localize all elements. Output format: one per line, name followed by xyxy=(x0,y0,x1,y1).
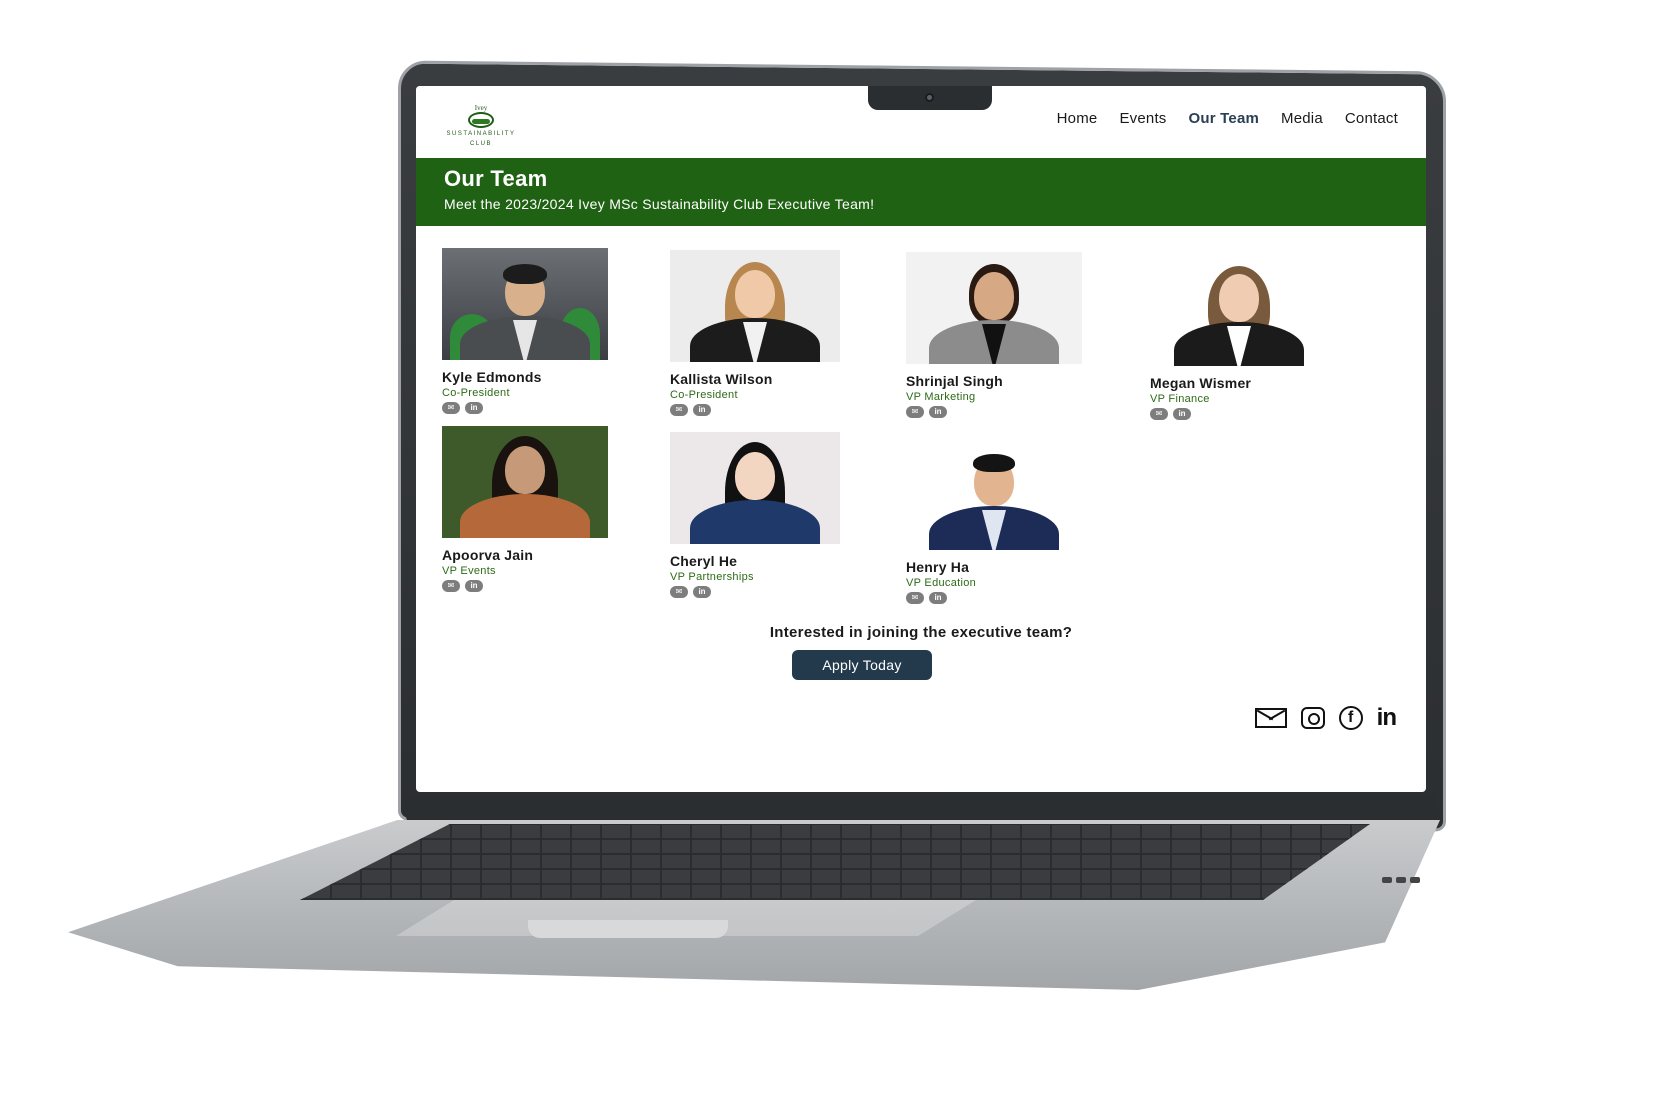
email-icon[interactable]: ✉ xyxy=(906,406,924,418)
team-member-card: Megan Wismer VP Finance ✉ in xyxy=(1150,254,1350,420)
member-socials: ✉ in xyxy=(1150,408,1350,420)
member-role: VP Education xyxy=(906,577,977,589)
member-photo xyxy=(906,438,1082,550)
member-socials: ✉ in xyxy=(906,406,1106,418)
member-role: Co-President xyxy=(442,387,510,399)
email-icon[interactable]: ✉ xyxy=(670,586,688,598)
member-role: VP Events xyxy=(442,565,496,577)
laptop-bezel xyxy=(406,794,1436,824)
member-role: VP Marketing xyxy=(906,391,976,403)
camera-notch xyxy=(868,86,992,110)
main-nav: Home Events Our Team Media Contact xyxy=(1057,110,1398,127)
laptop-opening-notch xyxy=(528,920,728,938)
nav-events[interactable]: Events xyxy=(1119,110,1166,127)
member-role: VP Finance xyxy=(1150,393,1210,405)
linkedin-icon[interactable]: in xyxy=(1377,704,1397,732)
member-role: VP Partnerships xyxy=(670,571,754,583)
linkedin-icon[interactable]: in xyxy=(929,592,947,604)
member-role: Co-President xyxy=(670,389,738,401)
email-icon[interactable]: ✉ xyxy=(442,402,460,414)
nav-home[interactable]: Home xyxy=(1057,110,1098,127)
team-grid: Kyle Edmonds Co-President ✉ in Kallista … xyxy=(416,226,1426,646)
team-member-card: Kyle Edmonds Co-President ✉ in xyxy=(442,248,642,414)
member-socials: ✉ in xyxy=(442,580,642,592)
member-name: Henry Ha xyxy=(906,559,970,575)
page-banner: Our Team Meet the 2023/2024 Ivey MSc Sus… xyxy=(416,158,1426,226)
member-photo xyxy=(442,248,608,360)
member-name: Shrinjal Singh xyxy=(906,373,1003,389)
logo-leaf-icon xyxy=(468,112,494,128)
member-socials: ✉ in xyxy=(670,586,870,598)
instagram-icon[interactable] xyxy=(1300,707,1325,729)
logo-line-2: CLUB xyxy=(469,141,492,147)
linkedin-icon[interactable]: in xyxy=(465,580,483,592)
email-icon[interactable]: ✉ xyxy=(1150,408,1168,420)
club-logo[interactable]: Ivey SUSTAINABILITY CLUB xyxy=(436,104,526,147)
member-photo xyxy=(906,252,1082,364)
member-name: Kyle Edmonds xyxy=(442,369,542,385)
member-name: Apoorva Jain xyxy=(442,547,534,563)
page-subtitle: Meet the 2023/2024 Ivey MSc Sustainabili… xyxy=(444,196,875,212)
logo-top-text: Ivey xyxy=(474,104,488,112)
member-socials: ✉ in xyxy=(670,404,870,416)
email-icon[interactable]: ✉ xyxy=(906,592,924,604)
facebook-icon[interactable]: f xyxy=(1338,706,1363,730)
nav-our-team[interactable]: Our Team xyxy=(1189,110,1260,127)
linkedin-icon[interactable]: in xyxy=(1173,408,1191,420)
nav-contact[interactable]: Contact xyxy=(1345,110,1398,127)
member-name: Megan Wismer xyxy=(1150,375,1252,391)
member-socials: ✉ in xyxy=(442,402,642,414)
apply-today-button[interactable]: Apply Today xyxy=(792,650,932,680)
camera-icon xyxy=(925,93,934,102)
linkedin-icon[interactable]: in xyxy=(693,586,711,598)
team-member-card: Kallista Wilson Co-President ✉ in xyxy=(670,250,870,416)
member-photo xyxy=(442,426,608,538)
page-title: Our Team xyxy=(444,166,548,191)
laptop-keyboard xyxy=(300,824,1370,900)
member-photo xyxy=(670,250,840,362)
laptop-ports xyxy=(1382,870,1438,890)
website-screen: Ivey SUSTAINABILITY CLUB Home Events Our… xyxy=(416,86,1426,792)
team-member-card: Henry Ha VP Education ✉ in xyxy=(906,438,1106,604)
logo-line-1: SUSTAINABILITY xyxy=(446,131,516,137)
linkedin-icon[interactable]: in xyxy=(693,404,711,416)
member-photo xyxy=(670,432,840,544)
footer-social-icons: f in xyxy=(1254,704,1397,732)
email-icon[interactable]: ✉ xyxy=(670,404,688,416)
member-name: Cheryl He xyxy=(670,553,738,569)
member-name: Kallista Wilson xyxy=(670,371,773,387)
team-member-card: Apoorva Jain VP Events ✉ in xyxy=(442,426,642,592)
join-question: Interested in joining the executive team… xyxy=(769,624,1073,641)
linkedin-icon[interactable]: in xyxy=(465,402,483,414)
team-member-card: Shrinjal Singh VP Marketing ✉ in xyxy=(906,252,1106,418)
email-icon[interactable]: ✉ xyxy=(442,580,460,592)
linkedin-icon[interactable]: in xyxy=(929,406,947,418)
team-member-card: Cheryl He VP Partnerships ✉ in xyxy=(670,432,870,598)
member-photo xyxy=(1150,254,1328,366)
nav-media[interactable]: Media xyxy=(1281,110,1323,127)
mail-icon[interactable] xyxy=(1254,708,1287,728)
member-socials: ✉ in xyxy=(906,592,1106,604)
